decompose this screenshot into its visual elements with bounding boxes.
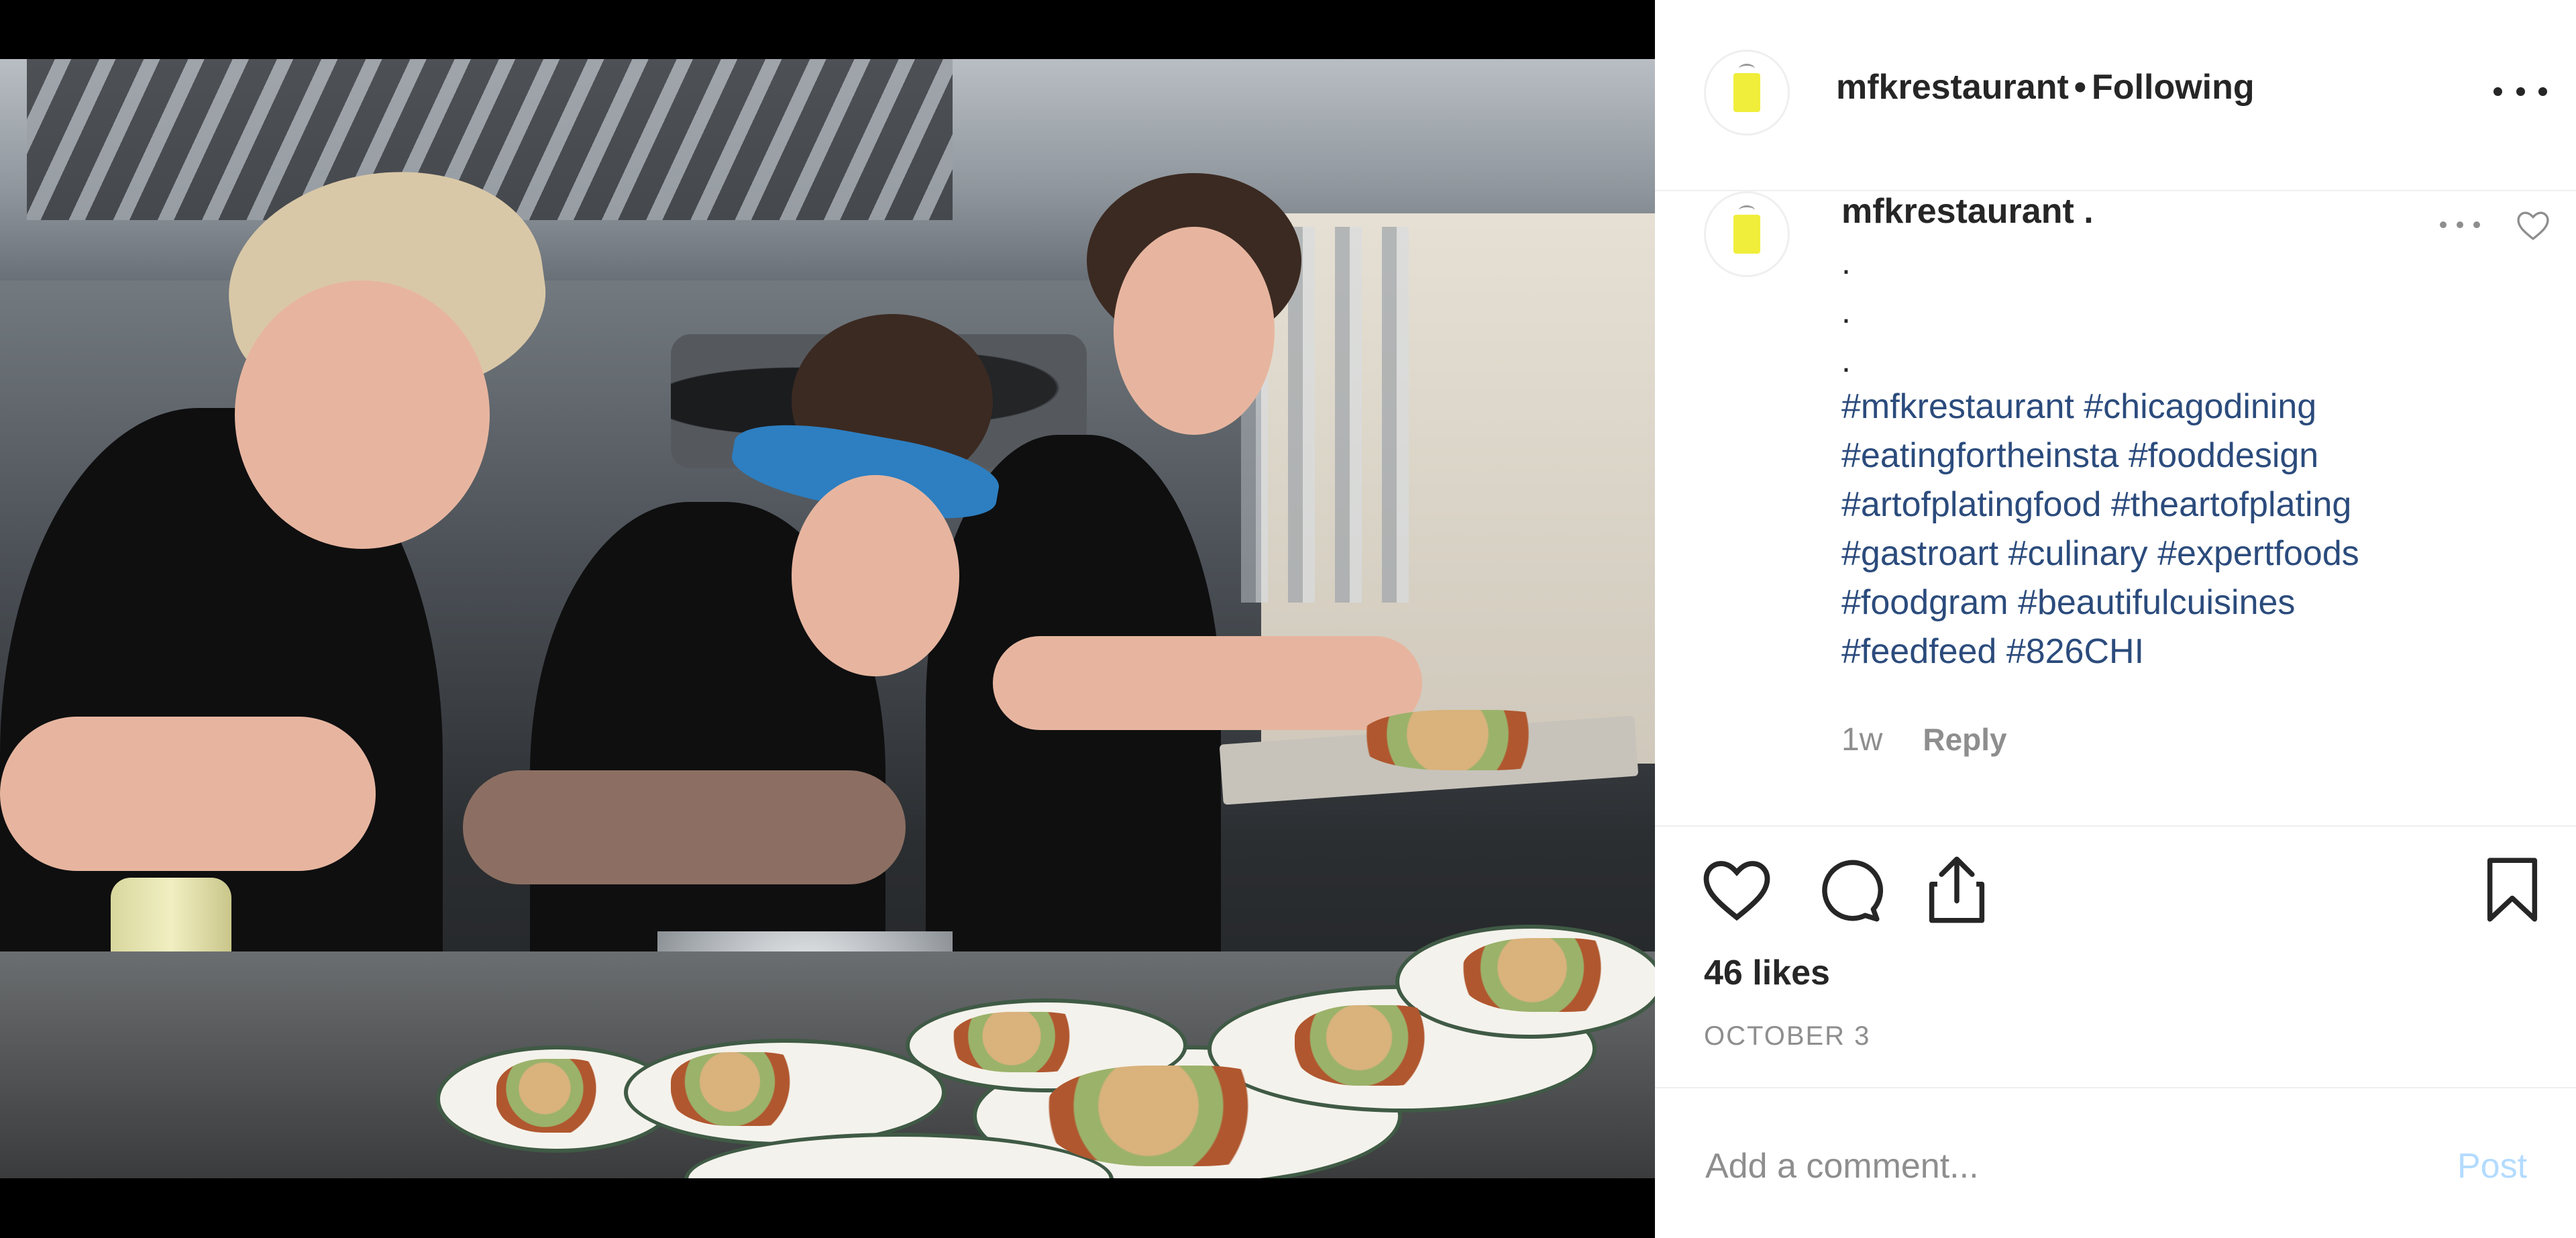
photo-chef-middle-face xyxy=(792,475,959,676)
hashtag-block: #mfkrestaurant #chicagodining #eatingfor… xyxy=(1841,382,2512,676)
more-dot xyxy=(2516,87,2525,96)
photo-tray-food xyxy=(1362,710,1576,770)
more-dot xyxy=(2457,221,2463,228)
comment-author-avatar[interactable] xyxy=(1704,191,1790,277)
comment-heart-icon[interactable] xyxy=(2516,210,2551,241)
comment-dot-line: . xyxy=(1841,244,1851,281)
photo-plated-food xyxy=(496,1059,617,1133)
hashtag-line[interactable]: #mfkrestaurant #chicagodining xyxy=(1841,382,2512,431)
author-username-link[interactable]: mfkrestaurant xyxy=(1836,68,2069,107)
photo-plated-food xyxy=(953,1012,1100,1072)
hashtag-line[interactable]: #eatingfortheinsta #fooddesign xyxy=(1841,431,2512,480)
author-avatar[interactable] xyxy=(1704,50,1790,136)
post-date: OCTOBER 3 xyxy=(1704,1021,1871,1051)
photo-chef-left-arm xyxy=(0,717,376,871)
comment-dot-line: . xyxy=(1841,293,1851,330)
hashtag-line[interactable]: #foodgram #beautifulcuisines xyxy=(1841,578,2512,627)
reply-button[interactable]: Reply xyxy=(1923,721,2006,758)
hashtag-line[interactable]: #feedfeed #826CHI xyxy=(1841,627,2512,676)
caption-comment: mfkrestaurant . . . . #mfkrestaurant #ch… xyxy=(1655,191,2576,825)
comment-more-options-icon[interactable] xyxy=(2440,218,2480,231)
more-options-icon[interactable] xyxy=(2493,78,2547,105)
avatar-logo-icon xyxy=(1733,64,1760,112)
hashtag-line[interactable]: #gastroart #culinary #expertfoods xyxy=(1841,529,2512,578)
photo-chef-left-face xyxy=(235,280,490,549)
post-actions: 46 likes OCTOBER 3 xyxy=(1655,825,2576,1087)
more-dot xyxy=(2538,87,2547,96)
more-dot xyxy=(2440,221,2447,228)
comment-dot-lines: . . . xyxy=(1841,238,1851,385)
like-heart-icon[interactable] xyxy=(1702,858,1772,922)
comment-username-link[interactable]: mfkrestaurant xyxy=(1841,192,2074,231)
photo-chef-right-arm xyxy=(993,636,1422,730)
post-comment-button[interactable]: Post xyxy=(2457,1146,2527,1186)
post-header-title: mfkrestaurant • Following xyxy=(1836,67,2255,107)
comment-meta: 1w Reply xyxy=(1841,721,2007,758)
post-photo[interactable] xyxy=(0,59,1655,1178)
add-comment-bar: Post xyxy=(1655,1087,2576,1238)
hashtag-line[interactable]: #artofplatingfood #theartofplating xyxy=(1841,480,2512,529)
comment-age: 1w xyxy=(1841,722,1883,758)
photo-chef-right-body xyxy=(926,435,1221,1039)
photo-plated-food xyxy=(1462,938,1637,1012)
add-comment-input[interactable] xyxy=(1704,1142,2445,1190)
share-upload-icon[interactable] xyxy=(1923,854,1990,926)
bookmark-icon[interactable] xyxy=(2484,856,2540,923)
avatar-logo-icon xyxy=(1733,205,1760,254)
comment-dot-line: . xyxy=(1841,342,1851,379)
following-status-button[interactable]: Following xyxy=(2092,68,2255,107)
more-dot xyxy=(2473,221,2480,228)
comment-author: mfkrestaurant . xyxy=(1841,191,2094,231)
photo-chef-middle-arm xyxy=(463,770,906,884)
comment-first-text: . xyxy=(2084,192,2094,231)
comment-bubble-icon[interactable] xyxy=(1816,858,1883,925)
post-photo-pane xyxy=(0,0,1655,1238)
post-details-panel: mfkrestaurant • Following mfkrestaurant . … xyxy=(1655,0,2576,1238)
more-dot xyxy=(2493,87,2502,96)
photo-plated-food xyxy=(671,1052,818,1126)
post-header: mfkrestaurant • Following xyxy=(1655,0,2576,191)
instagram-post-view: mfkrestaurant • Following mfkrestaurant . … xyxy=(0,0,2576,1238)
header-separator: • xyxy=(2074,68,2087,107)
photo-chef-right-face xyxy=(1114,227,1275,435)
photo-plated-food xyxy=(1295,1005,1456,1086)
photo-plated-food xyxy=(1046,1066,1301,1166)
likes-count[interactable]: 46 likes xyxy=(1704,953,1830,993)
